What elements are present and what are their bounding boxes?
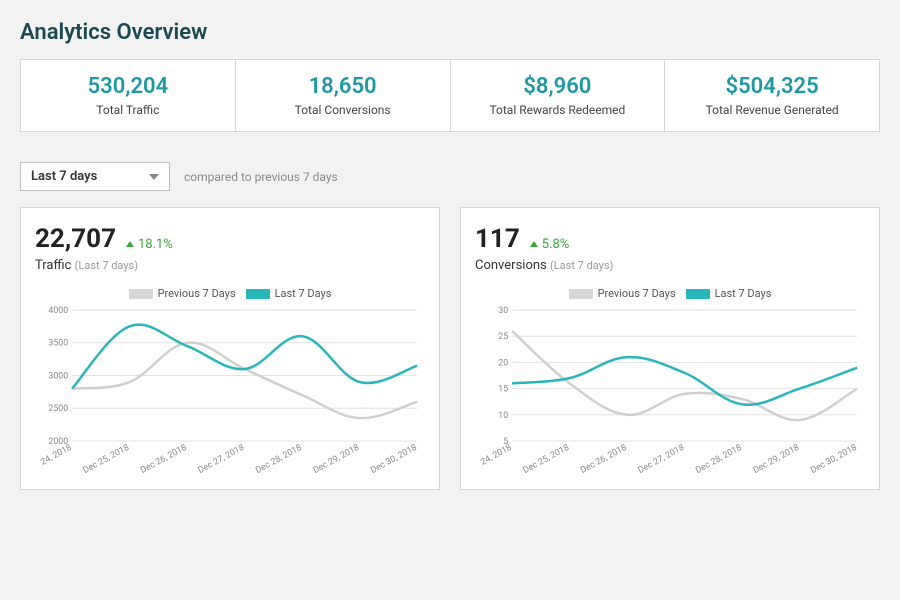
chart-label: Conversions: [475, 258, 547, 273]
swatch-last-icon: [686, 289, 710, 299]
legend-last-label: Last 7 Days: [715, 287, 772, 300]
svg-text:Dec 25, 2018: Dec 25, 2018: [82, 443, 131, 476]
svg-text:25: 25: [498, 332, 508, 342]
stat-total-conversions: 18,650 Total Conversions: [236, 60, 451, 131]
chart-header: 117 5.8%: [475, 224, 865, 254]
svg-text:Dec 27, 2018: Dec 27, 2018: [637, 443, 686, 476]
stat-label: Total Rewards Redeemed: [457, 103, 659, 117]
date-range-value: Last 7 days: [31, 169, 97, 184]
chart-sub: Traffic (Last 7 days): [35, 258, 425, 273]
legend-prev-label: Previous 7 Days: [158, 287, 236, 300]
svg-text:3000: 3000: [48, 371, 68, 381]
legend-prev: Previous 7 Days: [569, 287, 676, 300]
svg-text:Dec 30, 2018: Dec 30, 2018: [809, 443, 858, 476]
stat-label: Total Conversions: [242, 103, 444, 117]
chart-delta: 18.1%: [126, 237, 173, 252]
svg-text:Dec 26, 2018: Dec 26, 2018: [139, 443, 188, 476]
range-row: Last 7 days compared to previous 7 days: [20, 162, 880, 191]
chart-delta-text: 18.1%: [138, 237, 173, 252]
svg-text:30: 30: [498, 306, 508, 316]
chart-legend: Previous 7 Days Last 7 Days: [35, 287, 425, 300]
svg-text:2500: 2500: [48, 404, 68, 414]
svg-text:Dec 28, 2018: Dec 28, 2018: [694, 443, 743, 476]
legend-last: Last 7 Days: [686, 287, 772, 300]
swatch-last-icon: [246, 289, 270, 299]
svg-text:4000: 4000: [48, 306, 68, 316]
page-title: Analytics Overview: [20, 20, 880, 45]
swatch-prev-icon: [569, 289, 593, 299]
chart-plot-conversions: 5101520253024, 2018Dec 25, 2018Dec 26, 2…: [475, 304, 865, 479]
svg-text:15: 15: [498, 385, 508, 395]
stat-label: Total Traffic: [27, 103, 229, 117]
svg-text:Dec 25, 2018: Dec 25, 2018: [522, 443, 571, 476]
legend-last: Last 7 Days: [246, 287, 332, 300]
chart-card-conversions: 117 5.8% Conversions (Last 7 days) Previ…: [460, 207, 880, 490]
chart-delta: 5.8%: [530, 237, 570, 252]
svg-text:3500: 3500: [48, 339, 68, 349]
legend-prev: Previous 7 Days: [129, 287, 236, 300]
stat-value: 18,650: [242, 74, 444, 99]
date-range-select[interactable]: Last 7 days: [20, 162, 170, 191]
chart-sub: Conversions (Last 7 days): [475, 258, 865, 273]
chart-plot-traffic: 2000250030003500400024, 2018Dec 25, 2018…: [35, 304, 425, 479]
svg-text:20: 20: [498, 358, 508, 368]
stats-row: 530,204 Total Traffic 18,650 Total Conve…: [20, 59, 880, 132]
chevron-down-icon: [149, 174, 159, 180]
svg-text:Dec 29, 2018: Dec 29, 2018: [312, 443, 361, 476]
legend-prev-label: Previous 7 Days: [598, 287, 676, 300]
chart-label: Traffic: [35, 258, 71, 273]
svg-text:Dec 27, 2018: Dec 27, 2018: [197, 443, 246, 476]
stat-total-traffic: 530,204 Total Traffic: [21, 60, 236, 131]
stat-value: 530,204: [27, 74, 229, 99]
arrow-up-icon: [126, 241, 134, 247]
arrow-up-icon: [530, 241, 538, 247]
chart-header: 22,707 18.1%: [35, 224, 425, 254]
chart-value: 117: [475, 224, 520, 254]
compared-text: compared to previous 7 days: [184, 170, 338, 184]
chart-legend: Previous 7 Days Last 7 Days: [475, 287, 865, 300]
stat-label: Total Revenue Generated: [671, 103, 873, 117]
svg-text:24, 2018: 24, 2018: [479, 443, 513, 468]
stat-total-revenue: $504,325 Total Revenue Generated: [665, 60, 879, 131]
svg-text:10: 10: [498, 411, 508, 421]
svg-text:Dec 26, 2018: Dec 26, 2018: [579, 443, 628, 476]
svg-text:Dec 30, 2018: Dec 30, 2018: [369, 443, 418, 476]
chart-card-traffic: 22,707 18.1% Traffic (Last 7 days) Previ…: [20, 207, 440, 490]
swatch-prev-icon: [129, 289, 153, 299]
svg-text:Dec 28, 2018: Dec 28, 2018: [254, 443, 303, 476]
stat-value: $8,960: [457, 74, 659, 99]
stat-total-rewards: $8,960 Total Rewards Redeemed: [451, 60, 666, 131]
legend-last-label: Last 7 Days: [275, 287, 332, 300]
chart-paren: (Last 7 days): [550, 259, 613, 272]
chart-paren: (Last 7 days): [75, 259, 138, 272]
svg-text:Dec 29, 2018: Dec 29, 2018: [752, 443, 801, 476]
chart-delta-text: 5.8%: [542, 237, 570, 252]
charts-row: 22,707 18.1% Traffic (Last 7 days) Previ…: [20, 207, 880, 490]
stat-value: $504,325: [671, 74, 873, 99]
chart-value: 22,707: [35, 224, 116, 254]
